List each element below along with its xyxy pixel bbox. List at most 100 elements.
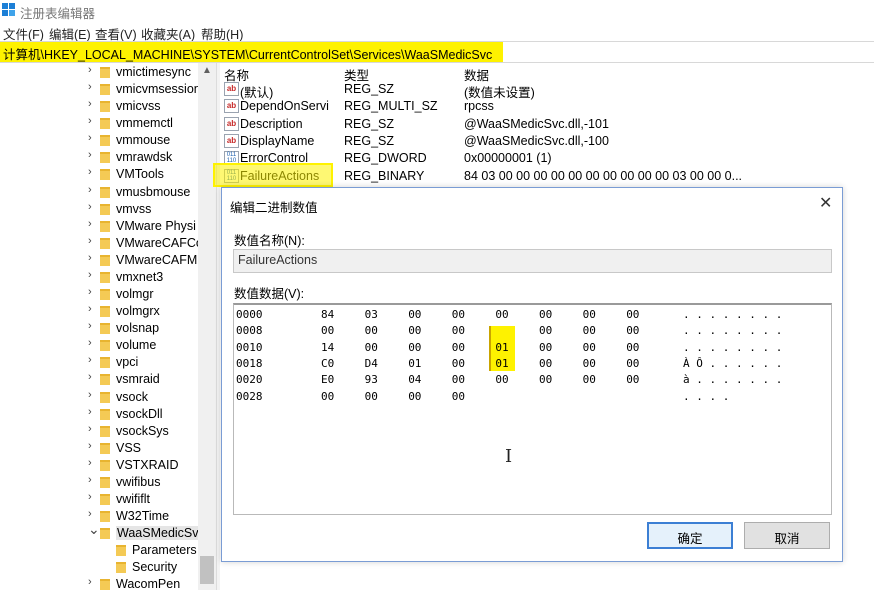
tree-item[interactable]: Security	[0, 559, 198, 576]
hex-row[interactable]: 0020 E0 93 04 00 00 00 00 00 à . . . . . . .	[234, 372, 831, 387]
tree-item[interactable]: › vmrawdsk	[0, 149, 198, 166]
expand-arrow-icon[interactable]: ›	[88, 491, 98, 503]
hex-byte[interactable]: 00	[452, 390, 465, 403]
expand-arrow-icon[interactable]: ›	[88, 64, 98, 76]
hex-byte[interactable]: 00	[583, 373, 596, 386]
hex-row[interactable]: 0018 C0 D4 01 00 01 00 00 00 À Ô . . . . . .	[234, 353, 831, 371]
hex-byte[interactable]: 00	[408, 341, 421, 354]
hex-byte[interactable]: C0	[321, 357, 334, 370]
tree-item[interactable]: › VMTools	[0, 166, 198, 183]
hex-byte[interactable]: 00	[583, 308, 596, 321]
hex-byte[interactable]: 01	[495, 357, 508, 370]
value-row[interactable]: ab DependOnServi REG_MULTI_SZ rpcss	[221, 98, 874, 115]
tree-item[interactable]: › WacomPen	[0, 576, 198, 590]
hex-byte[interactable]: 00	[452, 373, 465, 386]
hex-byte[interactable]: 14	[321, 341, 334, 354]
tree-item[interactable]: › vpci	[0, 354, 198, 371]
expand-arrow-icon[interactable]: ›	[88, 132, 98, 144]
hex-row[interactable]: 0000 84 03 00 00 00 00 00 00. . . . . . . .	[234, 307, 831, 322]
tree-item[interactable]: › volmgr	[0, 286, 198, 303]
hex-byte[interactable]: 00	[583, 357, 596, 370]
tree-item[interactable]: › VMwareCAFM	[0, 252, 198, 269]
hex-byte[interactable]: 00	[539, 324, 552, 337]
tree-item[interactable]: › vmmouse	[0, 132, 198, 149]
tree-item[interactable]: › volmgrx	[0, 303, 198, 320]
tree-item[interactable]: › vsmraid	[0, 371, 198, 388]
expand-arrow-icon[interactable]: ›	[88, 440, 98, 452]
tree-item[interactable]: › volume	[0, 337, 198, 354]
expand-arrow-icon[interactable]: ›	[88, 423, 98, 435]
expand-arrow-icon[interactable]: ›	[88, 371, 98, 383]
hex-byte[interactable]: 00	[539, 308, 552, 321]
expand-arrow-icon[interactable]: ›	[88, 389, 98, 401]
value-row[interactable]: ab Description REG_SZ @WaaSMedicSvc.dll,-10…	[221, 116, 874, 133]
expand-arrow-icon[interactable]: ›	[88, 218, 98, 230]
address-path[interactable]: 计算机\HKEY_LOCAL_MACHINE\SYSTEM\CurrentCon…	[0, 42, 503, 62]
hex-byte[interactable]: 84	[321, 308, 334, 321]
hex-byte[interactable]: E0	[321, 373, 334, 386]
tree-item[interactable]: › VMwareCAFCo	[0, 235, 203, 252]
hex-byte[interactable]: 00	[626, 357, 639, 370]
hex-row[interactable]: 00080000000003000000. . . . . . . .	[234, 323, 831, 338]
scroll-up-arrow-icon[interactable]: ▲	[202, 65, 212, 76]
tree-item[interactable]: › vmmemctl	[0, 115, 198, 132]
tree-item[interactable]: › vsockDll	[0, 406, 198, 423]
tree-item[interactable]: › vmicvss	[0, 98, 198, 115]
expand-arrow-icon[interactable]: ›	[88, 576, 98, 588]
hex-byte[interactable]: 93	[365, 373, 378, 386]
expand-arrow-icon[interactable]: ›	[88, 337, 98, 349]
hex-byte[interactable]: 00	[495, 373, 508, 386]
expand-arrow-icon[interactable]: ›	[88, 166, 98, 178]
expand-arrow-icon[interactable]: ›	[88, 457, 98, 469]
hex-byte[interactable]: 00	[365, 390, 378, 403]
tree-scrollbar-thumb[interactable]	[200, 556, 214, 584]
tree-item[interactable]: › vsock	[0, 389, 198, 406]
tree-item[interactable]: › vmusbmouse	[0, 184, 198, 201]
expand-arrow-icon[interactable]: ›	[88, 81, 98, 93]
expand-arrow-icon[interactable]: ›	[88, 269, 98, 281]
hex-byte[interactable]: 00	[626, 324, 639, 337]
hex-byte[interactable]: 00	[583, 341, 596, 354]
value-row[interactable]: ab DisplayName REG_SZ @WaaSMedicSvc.dll,-10…	[221, 133, 874, 150]
close-icon[interactable]: ✕	[819, 193, 832, 213]
expand-arrow-icon[interactable]: ›	[88, 354, 98, 366]
hex-byte[interactable]: 00	[452, 341, 465, 354]
expand-arrow-icon[interactable]: ›	[88, 406, 98, 418]
hex-byte[interactable]: 00	[626, 373, 639, 386]
expand-arrow-icon[interactable]: ›	[88, 235, 98, 247]
expand-arrow-icon[interactable]: ›	[88, 149, 98, 161]
hex-byte[interactable]: D4	[365, 357, 378, 370]
hex-byte[interactable]: 00	[539, 341, 552, 354]
tree-item[interactable]: › VMware Physi	[0, 218, 198, 235]
hex-byte[interactable]: 00	[626, 341, 639, 354]
key-tree-pane[interactable]: › vmictimesync › vmicvmsession › vmicvss › vmme…	[0, 63, 216, 590]
expand-arrow-icon[interactable]: ›	[88, 320, 98, 332]
expand-arrow-icon[interactable]: ›	[88, 115, 98, 127]
hex-editor[interactable]: 0000 84 03 00 00 00 00 00 00. . . . . . . . 0008 0…	[233, 303, 832, 515]
hex-byte[interactable]: 00	[321, 324, 334, 337]
hex-byte[interactable]: 04	[408, 373, 421, 386]
hex-byte[interactable]: 00	[452, 357, 465, 370]
hex-byte[interactable]: 00	[452, 324, 465, 337]
hex-byte[interactable]: 00	[539, 357, 552, 370]
value-row[interactable]: ab (默认) REG_SZ (数值未设置)	[221, 81, 874, 100]
tree-item[interactable]: › vwififlt	[0, 491, 198, 508]
tree-item[interactable]: Parameters	[0, 542, 198, 559]
pane-splitter[interactable]	[216, 63, 220, 590]
hex-byte[interactable]: 00	[539, 373, 552, 386]
hex-byte[interactable]: 01	[495, 341, 508, 354]
hex-byte[interactable]: 00	[321, 390, 334, 403]
hex-byte[interactable]: 00	[495, 308, 508, 321]
hex-byte[interactable]: 03	[365, 308, 378, 321]
tree-item[interactable]: › vmvss	[0, 201, 198, 218]
collapse-arrow-icon[interactable]: ⌄	[88, 521, 100, 538]
tree-item[interactable]: › VSTXRAID	[0, 457, 198, 474]
tree-scrollbar[interactable]: ▲	[198, 63, 216, 590]
expand-arrow-icon[interactable]: ›	[88, 303, 98, 315]
tree-item[interactable]: › vmxnet3	[0, 269, 198, 286]
tree-item[interactable]: › vmictimesync	[0, 64, 198, 81]
expand-arrow-icon[interactable]: ›	[88, 252, 98, 264]
hex-byte[interactable]: 00	[452, 308, 465, 321]
hex-byte[interactable]: 00	[365, 324, 378, 337]
tree-item[interactable]: ⌄ WaaSMedicSv	[0, 521, 200, 542]
